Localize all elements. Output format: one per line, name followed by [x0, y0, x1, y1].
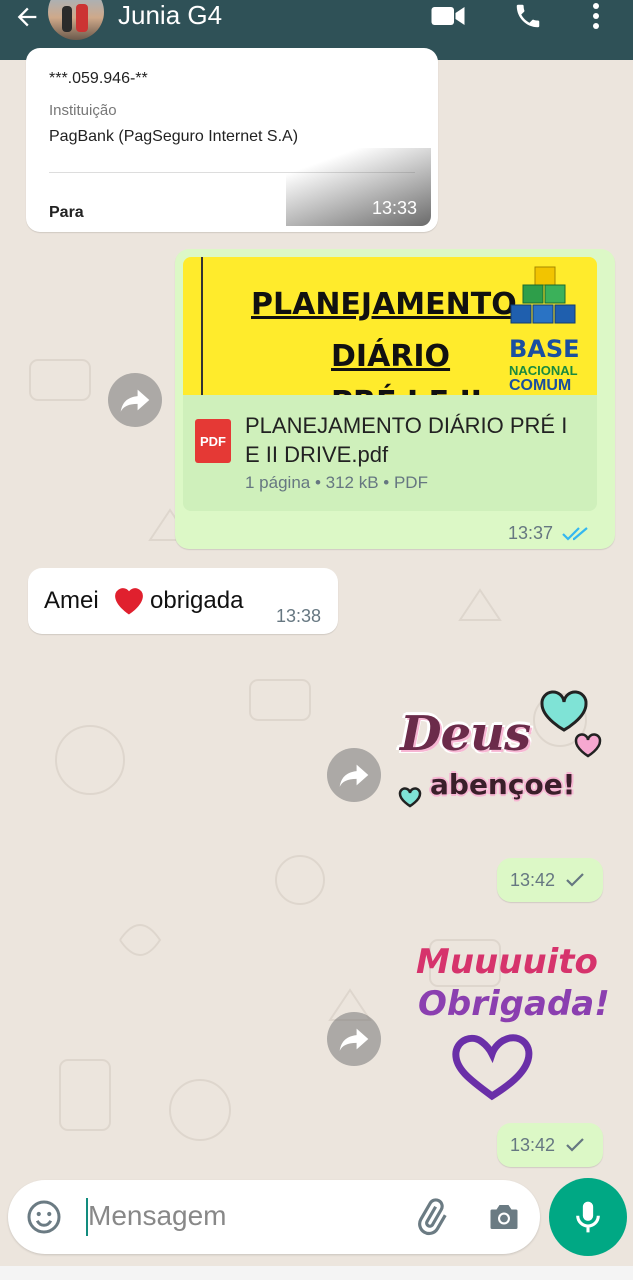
forward-button[interactable] [327, 1012, 381, 1066]
emoji-icon [27, 1200, 61, 1234]
to-label: Para [49, 204, 84, 221]
bncc-cube-logo [510, 266, 576, 324]
single-check-icon [566, 873, 584, 887]
forward-icon [339, 764, 369, 787]
heart-emoji-icon [115, 588, 143, 615]
document-info[interactable]: PDF PLANEJAMENTO DIÁRIO PRÉ I E II DRIVE… [183, 395, 597, 511]
avatar[interactable] [48, 0, 104, 40]
message-composer: Mensagem [8, 1180, 540, 1254]
menu-button[interactable] [582, 0, 610, 32]
logo-text-base: BASE [509, 335, 580, 363]
document-meta: 1 página • 312 kB • PDF [245, 473, 428, 492]
preview-title: PRÉ I E II [331, 385, 482, 395]
message-text: obrigada [150, 587, 244, 614]
mic-button[interactable] [549, 1178, 627, 1256]
contact-name[interactable]: Junia G4 [118, 0, 222, 30]
pdf-file-icon: PDF [195, 419, 231, 463]
document-message[interactable]: PLANEJAMENTO DIÁRIO PRÉ I E II BASE NACI… [175, 249, 615, 549]
sticker-text-line2: abençoe! [430, 768, 576, 801]
receipt-message[interactable]: ***.059.946-** Instituição PagBank (PagS… [26, 48, 438, 232]
sticker-text-line2: Obrigada! [418, 984, 610, 1024]
sticker-message[interactable]: Deus abençoe! [392, 690, 606, 820]
message-time: 13:42 [510, 870, 556, 890]
system-nav-strip [0, 1266, 633, 1280]
message-time: 13:33 [372, 198, 418, 218]
sticker-time-bubble: 13:42 [497, 1123, 603, 1167]
video-call-icon [431, 7, 465, 25]
forward-button[interactable] [327, 748, 381, 802]
back-button[interactable] [10, 0, 44, 34]
message-time: 13:38 [276, 606, 322, 626]
text-message[interactable]: Amei obrigada 13:38 [28, 568, 338, 634]
emoji-button[interactable] [26, 1199, 62, 1240]
forward-icon [120, 389, 150, 412]
microphone-icon [576, 1201, 600, 1233]
single-check-icon [566, 1138, 584, 1152]
phone-icon [516, 4, 540, 28]
sticker-text-line1: Muuuuito [416, 942, 598, 982]
camera-button[interactable] [486, 1199, 522, 1240]
preview-title: DIÁRIO [331, 339, 451, 374]
masked-document: ***.059.946-** [49, 70, 148, 87]
arrow-left-icon [17, 7, 37, 27]
sticker-text-line1: Deus [400, 706, 531, 762]
message-time: 13:42 [510, 1135, 556, 1155]
camera-icon [490, 1205, 518, 1229]
sticker-time-bubble: 13:42 [497, 858, 603, 902]
document-preview[interactable]: PLANEJAMENTO DIÁRIO PRÉ I E II BASE NACI… [183, 257, 597, 395]
double-check-read-icon [562, 527, 588, 541]
forward-icon [339, 1028, 369, 1051]
preview-border-line [201, 257, 203, 395]
video-call-button[interactable] [428, 0, 468, 32]
message-time: 13:37 [508, 523, 554, 543]
preview-title: PLANEJAMENTO [251, 287, 517, 322]
logo-text-comum: COMUM [509, 377, 572, 394]
attach-button[interactable] [412, 1198, 450, 1241]
purple-heart-icon [452, 1034, 533, 1101]
call-button[interactable] [508, 0, 548, 32]
sticker-message[interactable]: Muuuuito Obrigada! [410, 938, 610, 1108]
institution-value: PagBank (PagSeguro Internet S.A) [49, 128, 299, 145]
document-filename: PLANEJAMENTO DIÁRIO PRÉ I E II DRIVE.pdf [245, 413, 568, 467]
message-input[interactable]: Mensagem [88, 1200, 227, 1232]
logo-text-nacional: NACIONAL [509, 363, 578, 378]
message-text: Amei [44, 587, 99, 614]
paperclip-icon [418, 1198, 447, 1236]
more-vert-icon [593, 3, 599, 29]
institution-label: Instituição [49, 102, 117, 119]
forward-button[interactable] [108, 373, 162, 427]
